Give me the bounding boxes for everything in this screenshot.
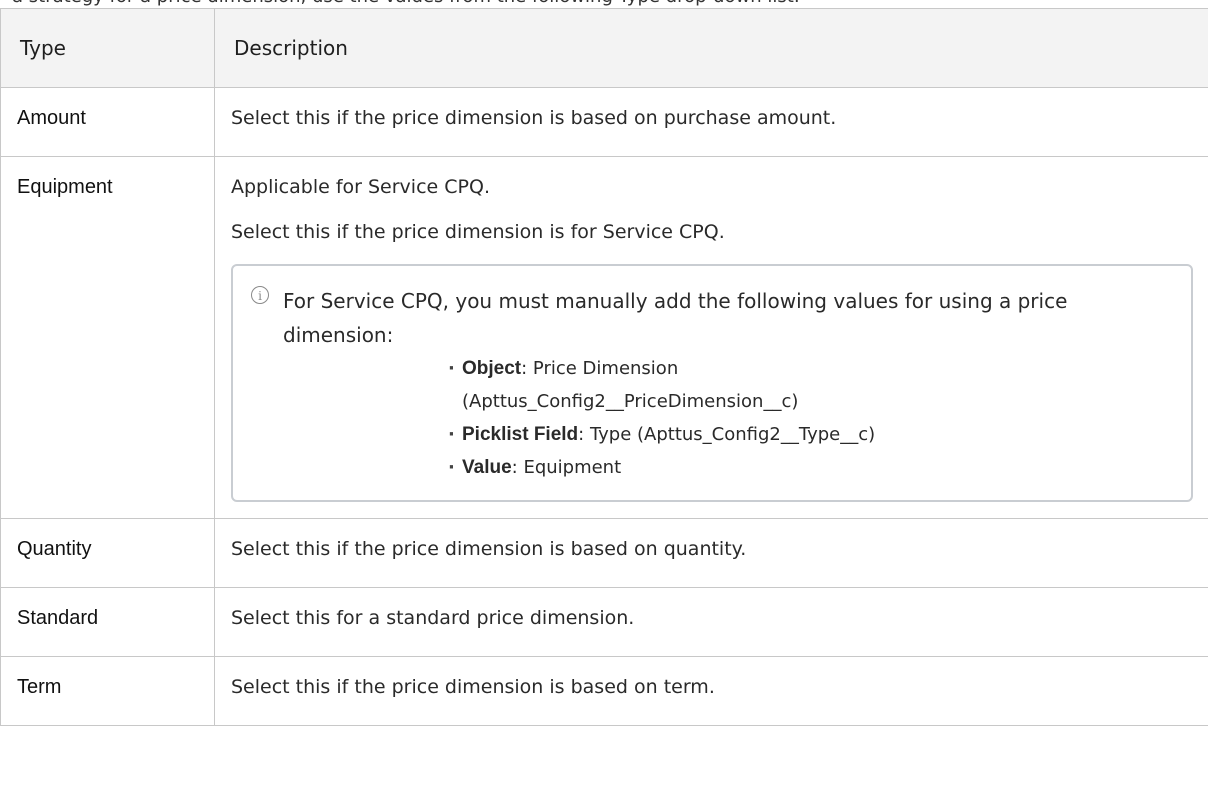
list-item-value: : Price Dimension — [521, 358, 679, 379]
column-header-type: Type — [0, 8, 215, 88]
description-cell: Select this for a standard price dimensi… — [214, 587, 1208, 657]
list-item-key: Value — [462, 457, 512, 478]
list-item: Object: Price Dimension (Apttus_Config2_… — [448, 352, 1171, 418]
description-cell: Select this if the price dimension is ba… — [214, 656, 1208, 726]
column-header-description: Description — [214, 8, 1208, 88]
info-icon: i — [251, 286, 269, 304]
info-note: i For Service CPQ, you must manually add… — [231, 264, 1193, 502]
type-cell: Term — [0, 656, 215, 726]
list-item: Picklist Field: Type (Apttus_Config2__Ty… — [448, 418, 1171, 451]
intro-text-fragment: a strategy for a price dimension, use th… — [0, 0, 1208, 8]
table-header-row: Type Description — [0, 8, 1208, 88]
list-item-key: Object — [462, 358, 522, 379]
description-line: Select this if the price dimension is fo… — [231, 221, 725, 243]
list-item-key: Picklist Field — [462, 424, 579, 445]
type-cell: Quantity — [0, 518, 215, 588]
note-text: For Service CPQ, you must manually add t… — [283, 289, 1068, 347]
price-dimension-type-table: Type Description Amount Select this if t… — [0, 8, 1208, 726]
list-item-value-continued: (Apttus_Config2__PriceDimension__c) — [462, 391, 799, 412]
type-cell: Equipment — [0, 156, 215, 519]
table-row-equipment: Equipment Applicable for Service CPQ. Se… — [0, 156, 1208, 519]
description-cell: Select this if the price dimension is ba… — [214, 518, 1208, 588]
note-values-list: Object: Price Dimension (Apttus_Config2_… — [251, 352, 1171, 484]
description-line: Applicable for Service CPQ. — [231, 176, 490, 198]
description-cell: Applicable for Service CPQ. Select this … — [214, 156, 1208, 519]
table-row-term: Term Select this if the price dimension … — [0, 656, 1208, 726]
type-cell: Standard — [0, 587, 215, 657]
table-row-standard: Standard Select this for a standard pric… — [0, 587, 1208, 657]
description-cell: Select this if the price dimension is ba… — [214, 87, 1208, 157]
table-row-quantity: Quantity Select this if the price dimens… — [0, 518, 1208, 588]
type-cell: Amount — [0, 87, 215, 157]
list-item-value: : Type (Apttus_Config2__Type__c) — [578, 424, 876, 445]
table-row-amount: Amount Select this if the price dimensio… — [0, 87, 1208, 157]
list-item: Value: Equipment — [448, 451, 1171, 484]
list-item-value: : Equipment — [511, 457, 622, 478]
